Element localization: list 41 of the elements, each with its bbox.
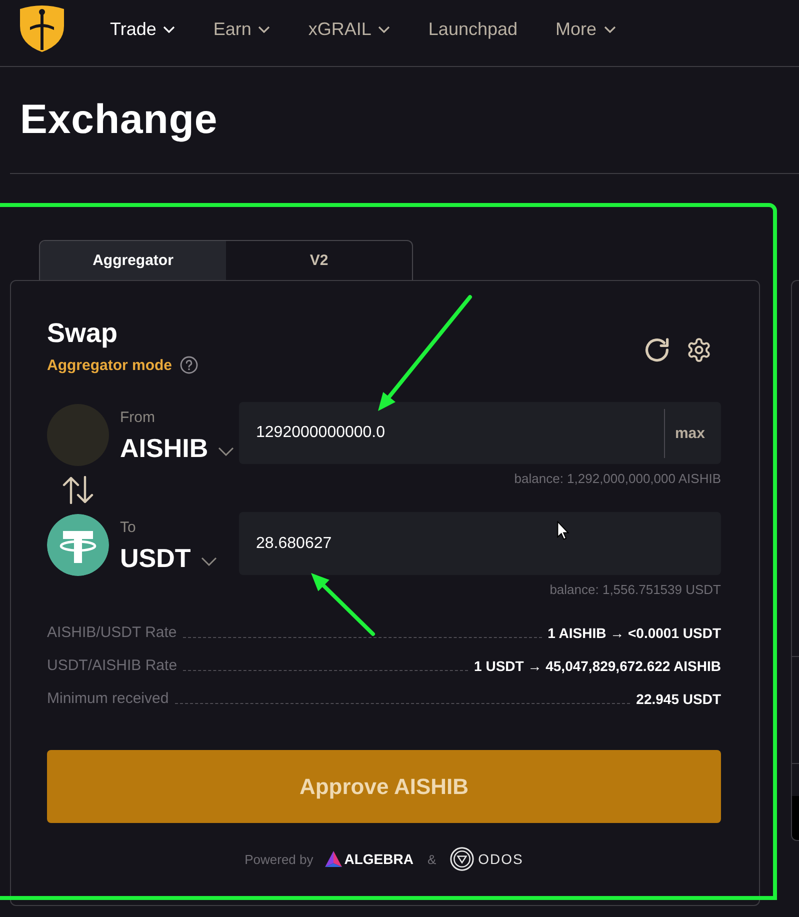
swap-arrows-icon[interactable] [62, 476, 94, 504]
detail-label: Minimum received [47, 690, 169, 707]
chevron-down-icon [218, 446, 234, 456]
nav-menu-item[interactable]: Trade [110, 18, 176, 40]
amount-input[interactable]: 28.680627 [239, 512, 721, 575]
token-selector[interactable]: USDT [120, 542, 217, 574]
nav-menu-item[interactable]: Launchpad [428, 18, 518, 40]
amount-input[interactable]: 1292000000000.0 [239, 402, 664, 464]
detail-label: AISHIB/USDT Rate [47, 624, 177, 641]
mode-tab[interactable]: V2 [226, 241, 412, 280]
max-button[interactable]: max [664, 402, 721, 464]
mouse-cursor-icon [557, 521, 569, 540]
card-title: Swap [47, 317, 118, 350]
detail-label: USDT/AISHIB Rate [47, 657, 178, 674]
separator-text: & [427, 852, 436, 866]
from-label: From [120, 408, 155, 428]
powered-by-label: Powered by [244, 852, 314, 866]
partner-name: ALGEBRA [344, 851, 414, 867]
settings-icon[interactable] [687, 338, 711, 362]
mode-tab[interactable]: Aggregator [40, 241, 226, 280]
help-icon[interactable] [180, 356, 198, 374]
page-title: Exchange [20, 95, 218, 143]
ring-logo-icon [450, 847, 474, 871]
tether-token-icon [47, 514, 109, 576]
annotation-arrow [311, 573, 375, 636]
triangle-logo-icon [325, 850, 342, 868]
shield-logo-icon[interactable] [18, 4, 66, 52]
detail-value: 22.945 USDT [636, 690, 721, 706]
refresh-icon[interactable] [645, 338, 669, 362]
token-selector[interactable]: AISHIB [120, 432, 234, 464]
to-label: To [120, 518, 136, 538]
nav-menu-item[interactable]: More [556, 18, 616, 40]
balance-text: balance: 1,292,000,000,000 AISHIB [514, 470, 721, 488]
detail-value: 1 USDT → 45,047,829,672.622 AISHIB [474, 658, 721, 674]
partner-name: ODOS [478, 851, 524, 867]
mode-label: Aggregator mode [47, 356, 172, 374]
balance-text: balance: 1,556.751539 USDT [550, 581, 721, 599]
nav-menu-item[interactable]: Earn [213, 18, 270, 40]
detail-value: 1 AISHIB → <0.0001 USDT [548, 624, 721, 640]
chevron-down-icon [200, 556, 217, 566]
nav-menu-item[interactable]: xGRAIL [308, 18, 390, 40]
